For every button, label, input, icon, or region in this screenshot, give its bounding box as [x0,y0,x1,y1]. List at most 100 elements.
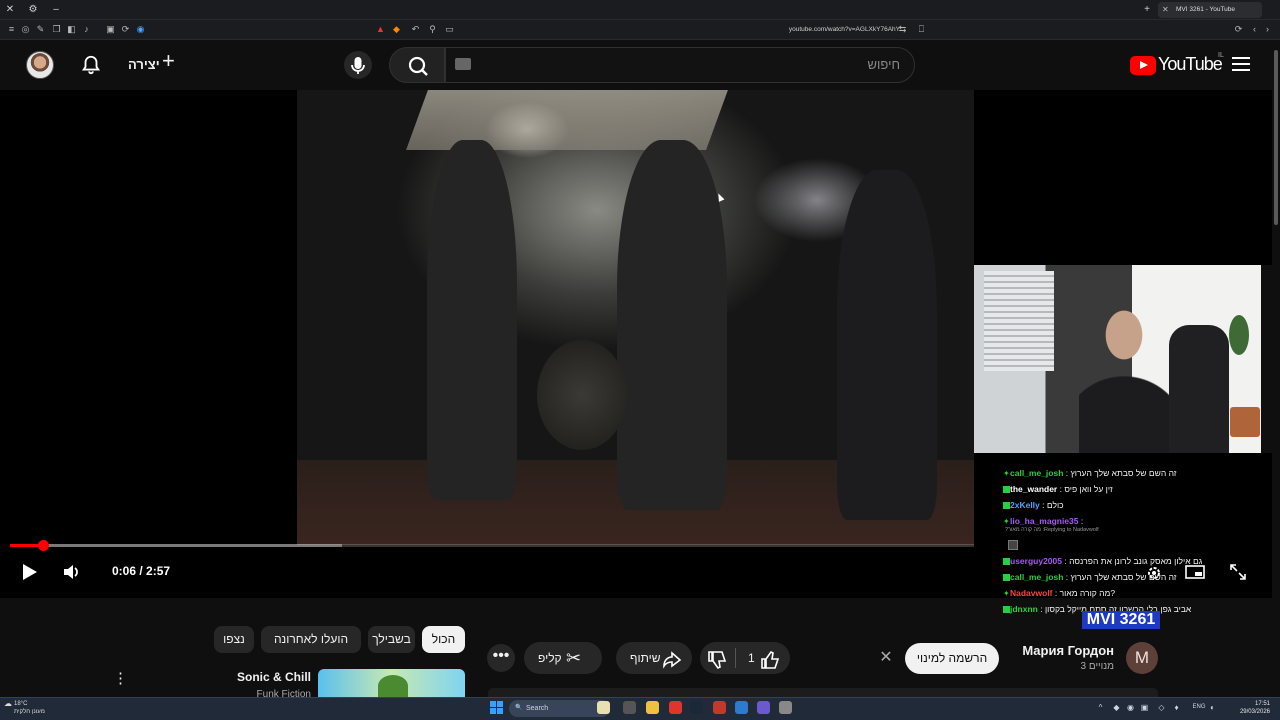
taskbar-app-discord-icon[interactable] [757,701,770,714]
browser-toolbar: ≡ ◎ ✎ ❐ ◧ ♪ ▣ ⟳ ◉ ▲ ◆ ↶ ⚲ ▭ youtube.com/… [0,20,1280,40]
taskbar-clock[interactable]: 17:51 29/03/2026 [1222,700,1270,718]
chat-username: call_me_josh [1010,572,1064,582]
warning-icon[interactable]: ▲ [375,24,386,35]
plus-icon: + [162,48,175,73]
taskbar-app-explorer-icon[interactable] [597,701,610,714]
browser-minimize-icon[interactable]: – [49,3,63,17]
chat-username: userguy2005 [1010,556,1062,566]
taskbar-app-davinci-icon[interactable] [713,701,726,714]
channel-name[interactable]: Мария Гордон [1010,643,1114,659]
tray-app-icon[interactable]: ◆ [1112,703,1121,712]
shield-icon[interactable]: ◎ [20,24,31,35]
youtube-logo[interactable]: YouTube IL [1130,52,1224,78]
music-icon[interactable]: ♪ [81,24,92,35]
fullscreen-icon[interactable] [1230,564,1246,580]
more-actions-button[interactable]: ••• [487,644,515,672]
chat-separator: : [1078,516,1084,526]
play-icon[interactable] [20,563,38,581]
keyboard-icon[interactable] [455,58,471,70]
browser-close-icon[interactable]: ✕ [3,3,17,17]
back-icon[interactable]: ↶ [410,24,421,35]
scrollbar-thumb[interactable] [1274,50,1278,225]
chat-badge-icon [1008,540,1018,550]
chip-for-you[interactable]: בשבילך [368,626,415,653]
nav-back-icon[interactable]: ‹ [1249,24,1260,35]
chip-recently-uploaded[interactable]: הועלו לאחרונה [261,626,361,653]
chip-watched[interactable]: נצפו [214,626,254,653]
clip-button[interactable]: קליפ ✂ [524,642,602,674]
close-icon[interactable]: ✕ [877,649,895,667]
new-tab-icon[interactable]: + [1140,3,1154,17]
chat-username: the_wander [1010,484,1058,494]
recommendation-more-icon[interactable]: ⋮ [113,670,128,688]
bookmark-icon[interactable]: ⎕ [916,24,927,35]
taskbar-app-folder-icon[interactable] [646,701,659,714]
like-dislike-group: 1 [700,642,790,674]
time-display: 0:06 / 2:57 [112,564,171,578]
share-button[interactable]: שיתוף [616,642,692,674]
tray-app2-icon[interactable]: ◉ [1126,703,1135,712]
tray-volume-icon[interactable]: ◐ [1208,703,1217,712]
chat-reply-preview: Replying to Nadavwolf: מה קורה מאור? [1005,527,1099,533]
chat-message: ✦call_me_josh : זה השם של סבתא שלך הערוץ [1000,466,1230,480]
browser-tab-bar: ✕ ⚙ – + ✕ MVI 3261 - YouTube [0,0,1280,20]
scrubber-handle[interactable] [38,540,49,551]
weather-widget[interactable]: ☁ 18°C מעונן חלקית [4,700,66,718]
audio-icon[interactable]: ◉ [135,24,146,35]
guide-menu-icon[interactable] [1232,57,1250,72]
like-count: 1 [748,651,755,665]
chat-badge-icon [1003,502,1010,510]
taskbar-app-blue-icon[interactable] [735,701,748,714]
taskbar-app-steam-icon[interactable] [690,701,703,714]
extension-icon[interactable]: ◆ [391,24,402,35]
refresh-icon[interactable]: ⟳ [1233,24,1244,35]
chip-all[interactable]: הכול [422,626,465,653]
voice-search-mic-icon[interactable] [344,51,372,79]
taskbar-app-taskview-icon[interactable] [623,701,636,714]
chat-message: 2xKelly : כולם [1000,498,1230,512]
chat-text: כולם [1046,500,1064,510]
browser-settings-icon[interactable]: ⚙ [26,3,40,17]
screen-icon[interactable]: ▭ [444,24,455,35]
user-avatar[interactable] [26,51,54,79]
tray-language[interactable]: ENG [1191,703,1207,712]
miniplayer-icon[interactable] [1185,565,1205,579]
taskbar-app-settings-icon[interactable] [779,701,792,714]
subscribe-button[interactable]: הרשמה למינוי [905,643,999,674]
video-frame[interactable] [297,90,974,545]
notifications-bell-icon[interactable] [80,54,102,76]
copy-icon[interactable]: ❐ [51,24,62,35]
translate-icon[interactable]: ⇆ [897,24,908,35]
chat-badge-icon [1003,558,1010,566]
screenshot-icon[interactable]: ▣ [105,24,116,35]
nav-forward-icon[interactable]: › [1262,24,1273,35]
tray-app3-icon[interactable]: ▣ [1140,703,1149,712]
volume-icon[interactable] [62,563,82,581]
address-bar[interactable]: youtube.com/watch?v=AGLXkY76AhY [760,24,900,36]
sidebar-icon[interactable]: ◧ [66,24,77,35]
tab-close-icon[interactable]: ✕ [1162,2,1169,18]
chat-separator: : [1039,500,1047,510]
search-button[interactable] [389,47,445,83]
pen-icon[interactable]: ✎ [35,24,46,35]
like-icon[interactable] [758,643,784,675]
windows-start-icon[interactable] [490,701,503,714]
recommendation-thumbnail[interactable] [318,669,465,697]
menu-icon[interactable]: ≡ [6,24,17,35]
chat-text: גם אילון מאסק גונב לרונן את הפרנסה [1069,556,1203,566]
settings-gear-icon[interactable] [1145,564,1163,582]
create-button[interactable]: יצירה + [128,50,182,75]
taskbar-app-browser-icon[interactable] [669,701,682,714]
chat-separator: : [1061,556,1070,566]
tray-mic-icon[interactable]: ♦ [1172,703,1181,712]
page-scrollbar[interactable] [1272,40,1280,697]
search-small-icon[interactable]: ⚲ [427,24,438,35]
browser-tab[interactable]: ✕ MVI 3261 - YouTube [1158,2,1262,18]
tray-chevron-icon[interactable]: ^ [1096,703,1105,712]
taskbar-search[interactable]: Search [509,700,610,717]
tray-app4-icon[interactable]: ◇ [1157,703,1166,712]
channel-avatar[interactable]: M [1126,642,1158,674]
recommendation-title[interactable]: Sonic & Chill [200,670,311,686]
dislike-icon[interactable] [705,643,731,675]
reload-ext-icon[interactable]: ⟳ [120,24,131,35]
